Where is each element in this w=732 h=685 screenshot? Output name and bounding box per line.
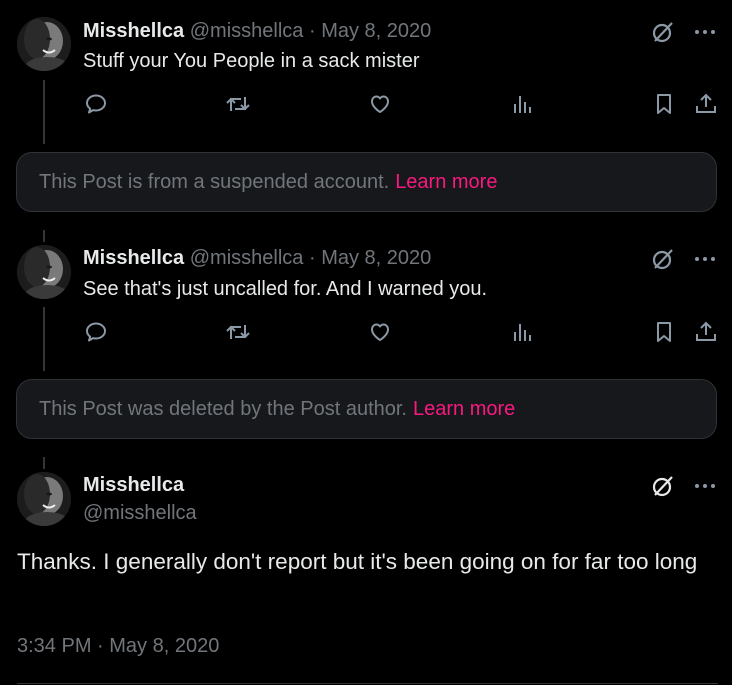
post-actions <box>83 319 720 347</box>
display-name[interactable]: Misshellca <box>83 472 184 498</box>
post-date[interactable]: May 8, 2020 <box>321 247 431 269</box>
post-header: Misshellca @misshellca · May 8, 2020 <box>83 245 431 271</box>
avatar[interactable] <box>17 245 71 299</box>
separator-dot: · <box>308 247 316 269</box>
repost-icon <box>226 97 250 111</box>
deleted-post-notice: This Post was deleted by the Post author… <box>16 379 717 439</box>
bookmark-icon <box>657 322 671 342</box>
main-post: Misshellca @misshellca Thanks. I general… <box>0 454 732 685</box>
share-button[interactable] <box>693 91 719 117</box>
thread-line <box>43 307 45 371</box>
conversation-thread: Misshellca @misshellca · May 8, 2020 Stu… <box>0 0 732 685</box>
repost-icon <box>226 325 250 339</box>
thread-line <box>43 230 45 242</box>
reply-post[interactable]: Misshellca @misshellca · May 8, 2020 See… <box>0 227 732 377</box>
bookmark-button[interactable] <box>651 91 677 117</box>
grok-icon[interactable] <box>650 473 676 499</box>
views-icon <box>514 96 531 113</box>
reply-icon <box>86 322 106 342</box>
views-icon <box>514 324 531 341</box>
like-button[interactable] <box>367 319 393 345</box>
post-date[interactable]: May 8, 2020 <box>321 20 431 42</box>
display-name[interactable]: Misshellca <box>83 247 184 269</box>
repost-button[interactable] <box>225 319 251 345</box>
notice-text: This Post was deleted by the Post author… <box>39 397 407 420</box>
post-text: See that's just uncalled for. And I warn… <box>83 278 488 300</box>
post-timestamp[interactable]: 3:34 PM · May 8, 2020 <box>17 633 219 659</box>
post-header: Misshellca @misshellca · May 8, 2020 <box>83 18 431 44</box>
like-button[interactable] <box>367 91 393 117</box>
divider <box>17 683 718 684</box>
learn-more-link[interactable]: Learn more <box>413 398 515 421</box>
grok-icon[interactable] <box>650 246 676 272</box>
bookmark-icon <box>657 94 671 114</box>
notice-text: This Post is from a suspended account. <box>39 170 390 193</box>
grok-icon[interactable] <box>650 19 676 45</box>
reply-button[interactable] <box>83 319 109 345</box>
views-button[interactable] <box>509 319 535 345</box>
like-icon <box>371 95 389 113</box>
bookmark-button[interactable] <box>651 319 677 345</box>
display-name[interactable]: Misshellca <box>83 20 184 42</box>
avatar[interactable] <box>17 472 71 526</box>
handle[interactable]: @misshellca <box>190 247 304 269</box>
separator-dot: · <box>308 20 316 42</box>
more-icon[interactable] <box>692 19 718 45</box>
more-icon[interactable] <box>692 246 718 272</box>
handle[interactable]: @misshellca <box>190 20 304 42</box>
reply-icon <box>86 94 106 114</box>
avatar[interactable] <box>17 17 71 71</box>
more-icon[interactable] <box>692 473 718 499</box>
suspended-account-notice: This Post is from a suspended account. L… <box>16 152 717 212</box>
views-button[interactable] <box>509 91 535 117</box>
thread-line <box>43 457 45 469</box>
share-button[interactable] <box>693 319 719 345</box>
reply-post[interactable]: Misshellca @misshellca · May 8, 2020 Stu… <box>0 0 732 150</box>
reply-button[interactable] <box>83 91 109 117</box>
post-top-icons <box>650 19 718 45</box>
post-top-icons <box>650 473 718 499</box>
post-text: Thanks. I generally don't report but it'… <box>17 549 698 574</box>
post-text: Stuff your You People in a sack mister <box>83 50 420 72</box>
post-actions <box>83 91 720 119</box>
post-top-icons <box>650 246 718 272</box>
repost-button[interactable] <box>225 91 251 117</box>
handle[interactable]: @misshellca <box>83 500 197 526</box>
like-icon <box>371 323 389 341</box>
learn-more-link[interactable]: Learn more <box>395 171 497 194</box>
thread-line <box>43 80 45 144</box>
share-icon <box>696 321 716 341</box>
share-icon <box>696 93 716 113</box>
